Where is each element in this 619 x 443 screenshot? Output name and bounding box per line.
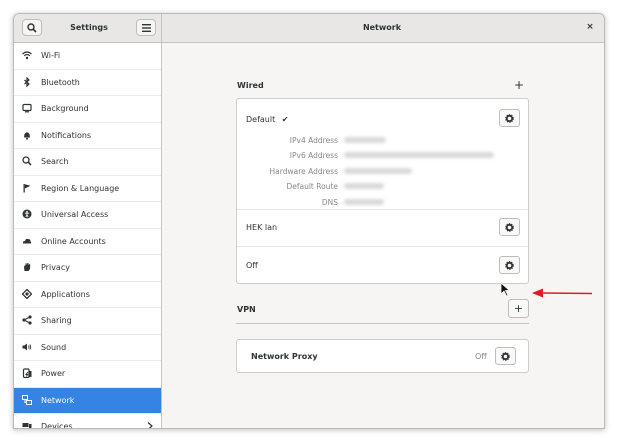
ipv4-label: IPv4 Address [289,136,338,145]
hand-icon [22,262,32,272]
off-connection-label: Off [246,261,258,270]
page-title: Network [362,23,402,32]
vpn-add-button[interactable]: + [508,299,529,318]
header-bar: Settings Network × [14,14,604,43]
hardware-address-label: Hardware Address [269,167,338,176]
default-route-label: Default Route [286,182,338,191]
check-icon: ✔ [281,115,289,124]
sidebar-item-background[interactable]: Background [14,96,161,123]
sidebar-item-label: Network [41,395,75,405]
default-route-value-redacted [344,183,384,189]
ipv6-label: IPv6 Address [289,151,338,160]
settings-window: Settings Network × Wi-Fi Bluetooth Backg… [13,13,605,429]
background-icon [22,103,32,113]
network-proxy-label: Network Proxy [251,352,318,361]
sidebar-item-label: Universal Access [41,210,109,219]
sidebar-item-label: Background [41,104,89,113]
menu-button[interactable] [136,19,156,36]
sidebar-item-search[interactable]: Search [14,149,161,176]
bluetooth-icon [22,76,32,87]
annotation-arrow [532,288,593,298]
sidebar-item-label: Applications [41,289,90,299]
sidebar-item-label: Bluetooth [41,77,80,87]
off-connection-settings-button[interactable] [499,256,520,274]
search-icon [27,22,37,33]
search-icon [22,156,32,166]
power-icon [22,368,32,378]
sidebar-item-label: Notifications [41,130,92,140]
devices-icon [22,421,32,428]
applications-icon [22,288,32,299]
sidebar-item-universal-access[interactable]: Universal Access [14,202,161,229]
chevron-right-icon [147,422,153,428]
sidebar-item-label: Wi-Fi [41,51,61,60]
sidebar-item-devices[interactable]: Devices [14,414,161,429]
sidebar-item-network[interactable]: Network [14,387,161,414]
sidebar-item-privacy[interactable]: Privacy [14,255,161,282]
cloud-icon [22,236,32,246]
dns-value-redacted [344,199,384,205]
speaker-icon [22,342,32,352]
row-divider [237,246,528,247]
sidebar-item-label: Online Accounts [41,236,106,246]
sidebar-item-sound[interactable]: Sound [14,335,161,361]
wired-card: Default ✔ IPv4 Address IPv6 Address Hard… [236,98,529,284]
hek-lan-label: HEK lan [246,223,278,232]
mouse-pointer-icon [500,282,511,297]
vpn-divider [236,323,529,324]
network-proxy-settings-button[interactable] [495,347,516,365]
hamburger-icon [141,23,151,32]
sidebar-item-region[interactable]: Region & Language [14,176,161,202]
sidebar-item-wifi[interactable]: Wi-Fi [14,43,161,70]
share-icon [22,315,32,325]
sidebar-item-power[interactable]: Power [14,361,161,388]
accessibility-icon [22,209,32,219]
gear-icon [501,351,510,361]
network-proxy-card[interactable]: Network Proxy Off [236,339,529,373]
sidebar-item-bluetooth[interactable]: Bluetooth [14,70,161,96]
sidebar: Wi-Fi Bluetooth Background Notifications… [14,43,162,429]
search-button[interactable] [22,19,42,36]
sidebar-item-label: Privacy [41,263,70,272]
gear-icon [505,260,514,270]
sidebar-item-notifications[interactable]: Notifications [14,123,161,149]
network-proxy-status: Off [475,352,487,361]
gear-icon [505,222,514,232]
hardware-address-value-redacted [344,168,412,174]
sidebar-item-label: Power [41,369,66,378]
sidebar-item-label: Search [41,157,69,166]
row-divider [237,209,528,210]
flag-icon [22,183,32,193]
network-panel: Wired + Default ✔ IPv4 Address IPv6 Addr… [162,43,604,428]
sidebar-item-applications[interactable]: Applications [14,282,161,308]
dns-label: DNS [321,198,338,207]
ipv4-value-redacted [344,137,386,143]
hek-lan-settings-button[interactable] [499,218,520,236]
sidebar-item-label: Sound [41,342,67,352]
ipv6-value-redacted [344,152,494,158]
default-settings-button[interactable] [499,109,520,127]
default-connection-label: Default ✔ [246,115,289,124]
wired-add-button[interactable]: + [514,79,524,91]
header-left: Settings [14,14,162,42]
sidebar-item-sharing[interactable]: Sharing [14,308,161,335]
vpn-section-title: VPN [237,305,256,314]
sidebar-item-label: Sharing [41,316,72,325]
settings-title: Settings [70,23,108,32]
wired-section-title: Wired [237,81,264,90]
sidebar-item-label: Region & Language [41,183,120,193]
close-button[interactable]: × [584,21,596,33]
sidebar-item-label: Devices [41,422,73,429]
sidebar-item-online-accounts[interactable]: Online Accounts [14,229,161,255]
gear-icon [505,113,514,123]
network-icon [22,394,32,405]
bell-icon [22,130,32,140]
wifi-icon [22,50,32,60]
